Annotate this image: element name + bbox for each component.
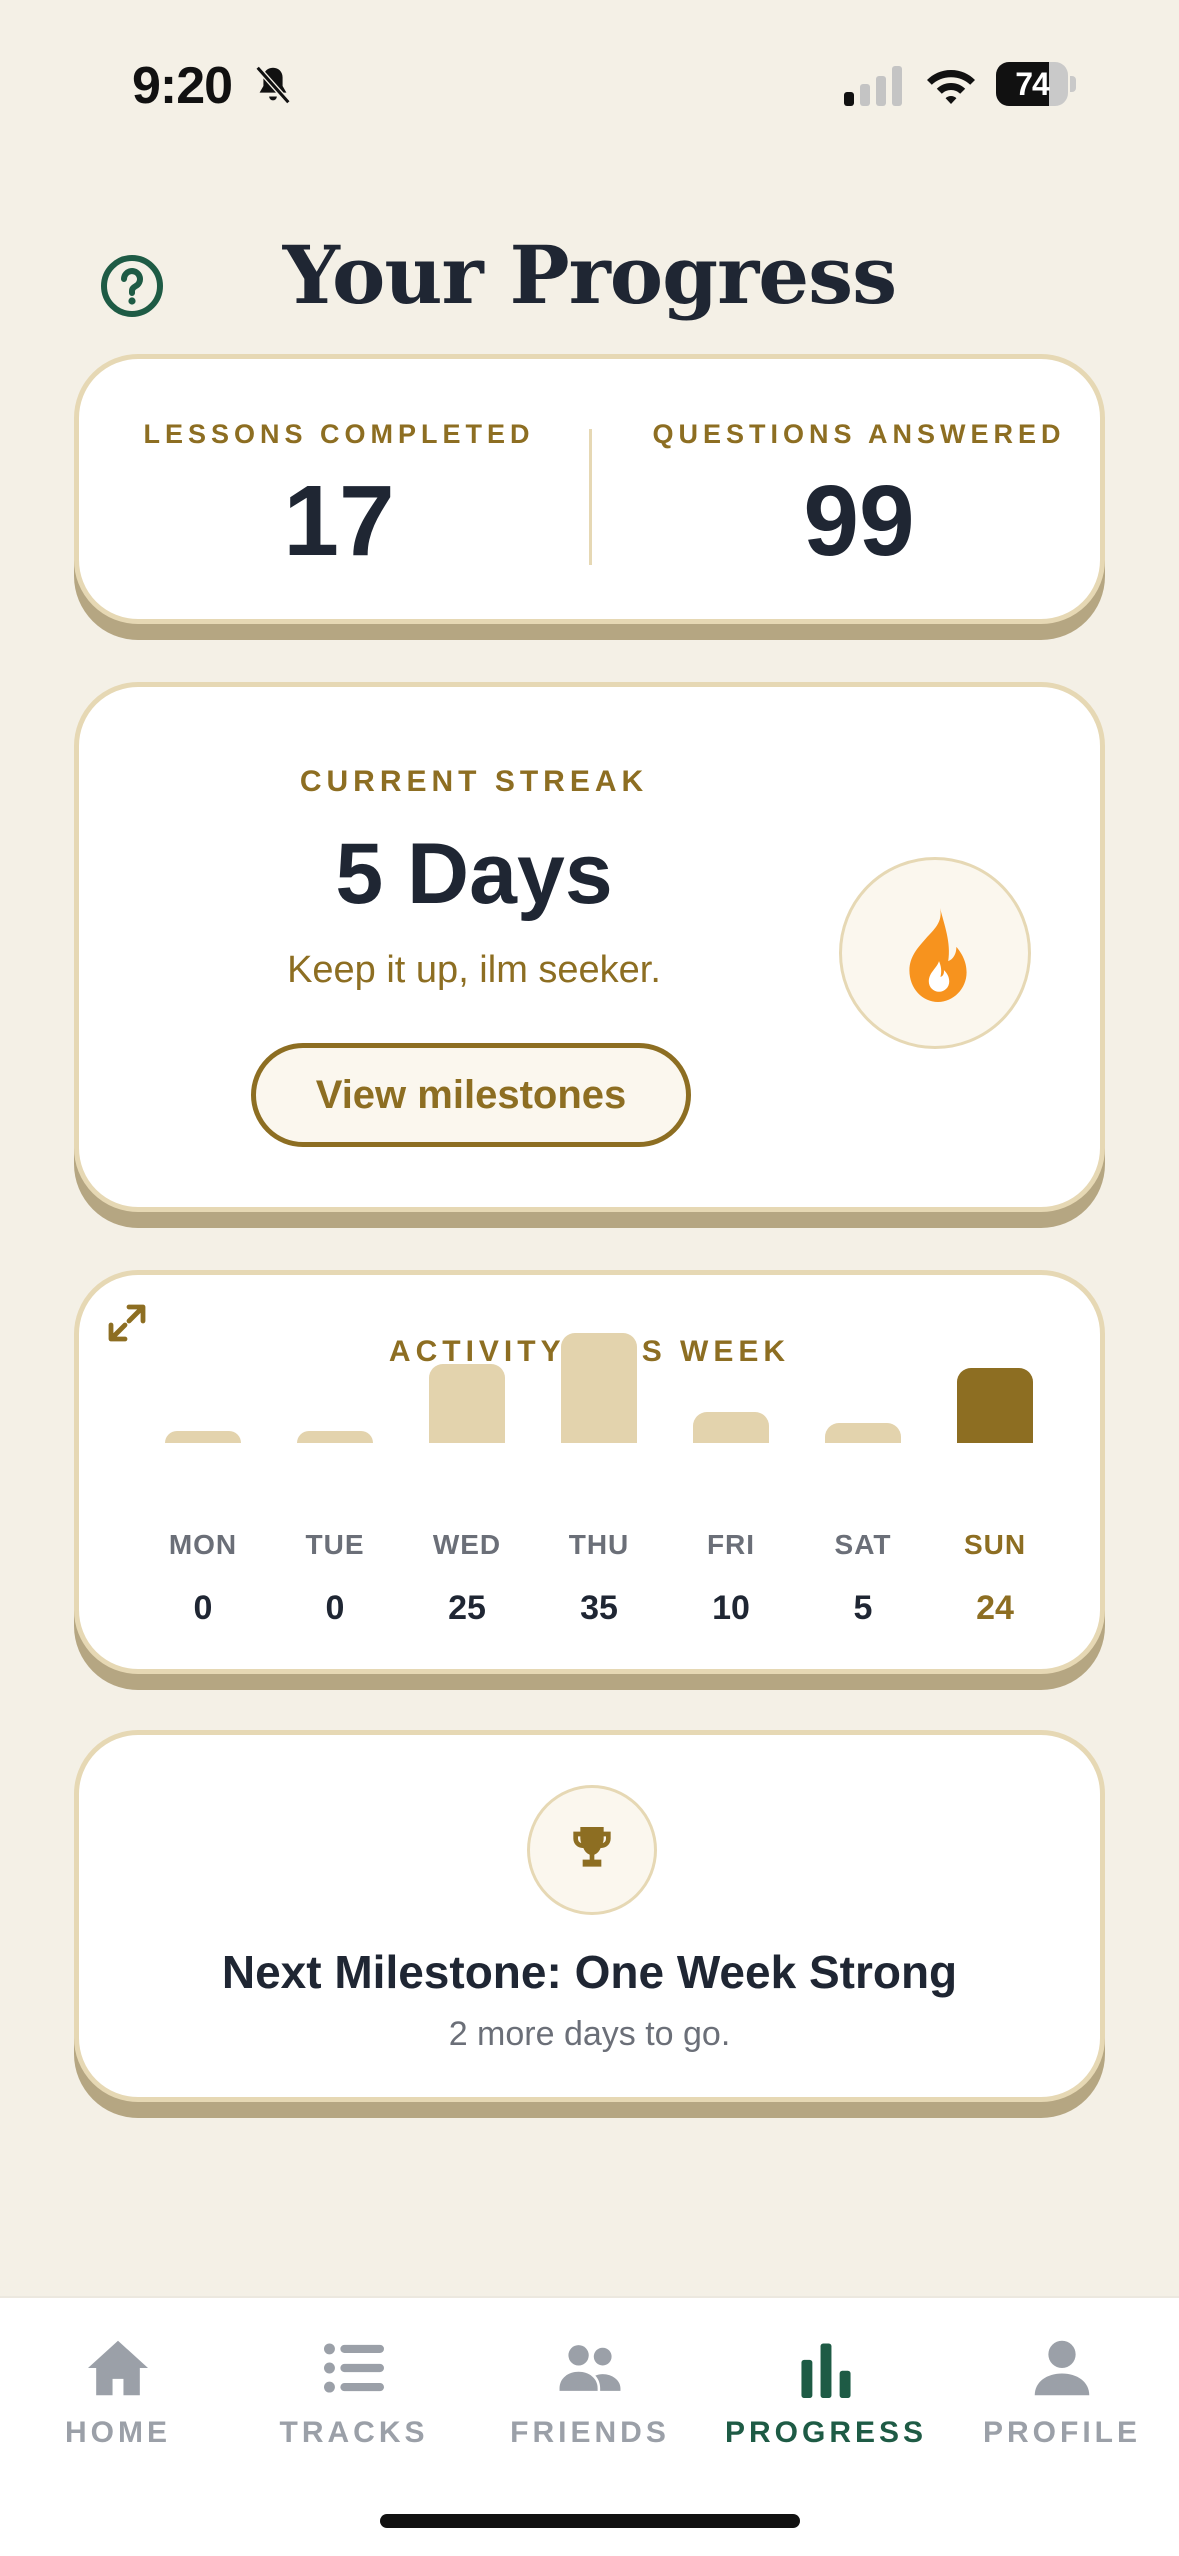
lessons-completed-value: 17: [283, 465, 395, 577]
day-column-wed: WED 25: [401, 1275, 533, 1669]
progress-screen: 9:20 74 Your Progress LESSONS COMPLETED …: [0, 0, 1179, 2556]
stats-divider: [589, 429, 592, 565]
day-label: WED: [432, 1529, 502, 1560]
streak-card: CURRENT STREAK 5 Days Keep it up, ilm se…: [74, 682, 1105, 1212]
day-label: SUN: [963, 1529, 1027, 1560]
day-label: MON: [168, 1529, 238, 1560]
day-value: 35: [580, 1589, 618, 1627]
day-column-thu: THU 35: [533, 1275, 665, 1669]
home-icon: [88, 2340, 148, 2396]
wifi-icon: [927, 70, 975, 104]
stats-card: LESSONS COMPLETED 17 QUESTIONS ANSWERED …: [74, 354, 1105, 624]
trophy-icon: [573, 1827, 611, 1867]
questions-answered-stat: QUESTIONS ANSWERED 99: [619, 359, 1099, 619]
status-bar: 9:20 74: [0, 0, 1179, 170]
activity-bar: [693, 1411, 769, 1443]
day-value: 0: [325, 1589, 345, 1627]
lessons-completed-stat: LESSONS COMPLETED 17: [99, 359, 579, 619]
weekly-activity-chart: MON 0 TUE 0 WED 25 THU 35 FRI 10 SAT 5 SUN 24: [79, 1275, 1100, 1669]
day-value: 10: [712, 1589, 750, 1627]
next-milestone-subtitle: 2 more days to go.: [448, 2015, 731, 2053]
lessons-completed-label: LESSONS COMPLETED: [143, 419, 535, 449]
page-title: Your Progress: [282, 228, 897, 322]
next-milestone-title: Next Milestone: One Week Strong: [221, 1946, 958, 1998]
tab-progress[interactable]: PROGRESS: [708, 2338, 944, 2478]
day-value: 24: [976, 1589, 1014, 1627]
tab-label: TRACKS: [279, 2416, 429, 2449]
battery-level: 74: [1015, 66, 1050, 102]
day-column-tue: TUE 0: [269, 1275, 401, 1669]
tab-tracks[interactable]: TRACKS: [236, 2338, 472, 2478]
day-label: TUE: [305, 1529, 365, 1560]
activity-card: ACTIVITY THIS WEEK MON0TUE0WED25THU35FRI…: [74, 1270, 1105, 1674]
trophy-badge: [527, 1785, 657, 1915]
activity-bar: [561, 1333, 637, 1443]
day-column-fri: FRI 10: [665, 1275, 797, 1669]
flame-badge: [839, 857, 1031, 1049]
tab-label: PROFILE: [982, 2416, 1141, 2449]
day-column-sat: SAT 5: [797, 1275, 929, 1669]
next-milestone-card: Next Milestone: One Week Strong 2 more d…: [74, 1730, 1105, 2102]
tab-friends[interactable]: FRIENDS: [472, 2338, 708, 2478]
person-icon: [1034, 2340, 1090, 2396]
home-indicator: [380, 2514, 800, 2528]
streak-value: 5 Days: [335, 826, 613, 922]
people-icon: [559, 2345, 621, 2391]
tab-profile[interactable]: PROFILE: [944, 2338, 1179, 2478]
bar-chart-icon: [801, 2343, 851, 2398]
activity-bar: [957, 1367, 1033, 1443]
questions-answered-value: 99: [803, 465, 915, 577]
day-column-mon: MON 0: [137, 1275, 269, 1669]
tab-label: HOME: [65, 2416, 171, 2449]
questions-answered-label: QUESTIONS ANSWERED: [652, 419, 1066, 449]
activity-bar: [297, 1431, 373, 1443]
status-time: 9:20: [132, 57, 233, 115]
cellular-signal-icon: [844, 66, 902, 106]
list-icon: [324, 2343, 384, 2393]
streak-message: Keep it up, ilm seeker.: [287, 949, 661, 991]
activity-bar: [429, 1364, 505, 1443]
flame-icon: [909, 908, 967, 1002]
streak-label: CURRENT STREAK: [299, 765, 649, 798]
activity-bar: [825, 1423, 901, 1443]
day-label: FRI: [706, 1529, 756, 1560]
day-label: THU: [568, 1529, 630, 1560]
tab-label: PROGRESS: [724, 2416, 928, 2449]
day-column-sun: SUN 24: [929, 1275, 1061, 1669]
day-label: SAT: [834, 1529, 892, 1560]
day-value: 0: [193, 1589, 213, 1627]
activity-bar: [165, 1431, 241, 1443]
battery-icon: 74: [996, 62, 1076, 106]
day-value: 25: [448, 1589, 486, 1627]
tab-home[interactable]: HOME: [0, 2338, 236, 2478]
view-milestones-button[interactable]: View milestones: [251, 1043, 691, 1147]
bell-slash-icon: [255, 65, 291, 105]
day-value: 5: [853, 1589, 873, 1627]
tab-label: FRIENDS: [510, 2416, 670, 2449]
